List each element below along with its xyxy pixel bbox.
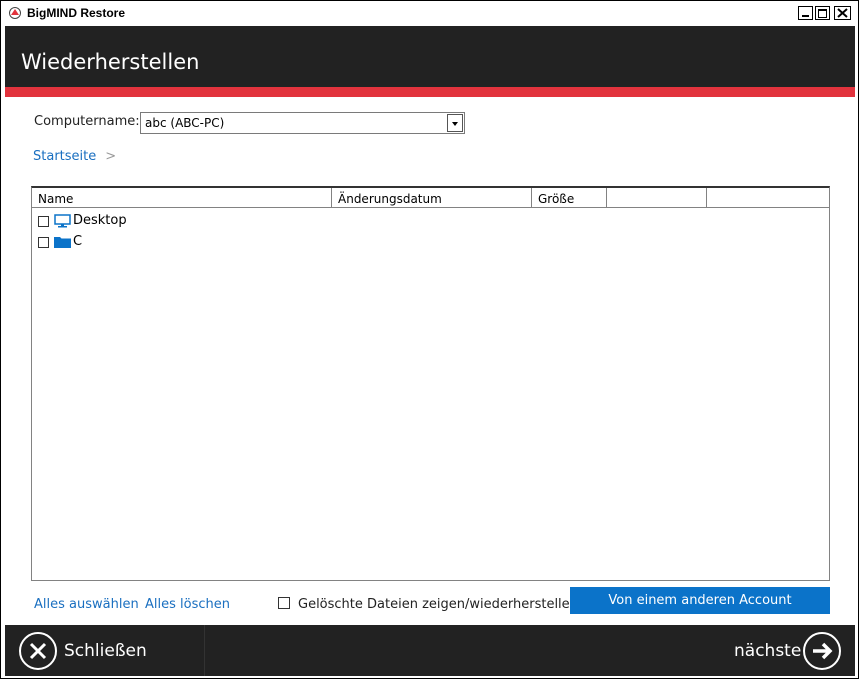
breadcrumb-separator: >	[105, 149, 117, 164]
accent-bar	[5, 87, 855, 97]
clear-all-link[interactable]: Alles löschen	[145, 597, 230, 612]
show-deleted-checkbox[interactable]	[278, 597, 290, 609]
c-drive-label: C	[73, 234, 83, 249]
footer-bar: Schließen nächste	[5, 625, 855, 676]
desktop-checkbox[interactable]	[38, 216, 49, 227]
column-header-size[interactable]: Größe	[532, 188, 607, 208]
computer-name-label: Computername:	[34, 114, 140, 129]
column-header-empty-1[interactable]	[607, 188, 707, 208]
next-label: nächste	[734, 641, 802, 661]
monitor-icon	[54, 214, 71, 228]
minimize-button[interactable]	[798, 6, 813, 20]
close-icon	[837, 8, 848, 18]
restore-window: BigMIND Restore Wiederherstellen Compute…	[0, 0, 859, 679]
computer-name-value: abc (ABC-PC)	[145, 116, 225, 130]
arrow-right-icon	[803, 632, 841, 670]
c-drive-checkbox[interactable]	[38, 237, 49, 248]
select-all-link[interactable]: Alles auswählen	[34, 597, 139, 612]
bigmind-logo-icon	[9, 7, 21, 19]
column-header-modified[interactable]: Änderungsdatum	[332, 188, 532, 208]
close-circle-icon	[19, 632, 57, 670]
file-tree[interactable]: Name Änderungsdatum Größe Desktop C	[31, 186, 830, 581]
breadcrumb: Startseite >	[33, 149, 116, 164]
column-header-name[interactable]: Name	[32, 188, 332, 208]
window-title: BigMIND Restore	[27, 6, 126, 20]
column-header-empty-2[interactable]	[707, 188, 829, 208]
folder-icon	[54, 237, 71, 248]
computer-name-select[interactable]: abc (ABC-PC)	[140, 112, 465, 134]
chevron-down-icon[interactable]	[447, 114, 463, 132]
close-label: Schließen	[64, 641, 147, 661]
maximize-button[interactable]	[815, 6, 830, 20]
next-button[interactable]: nächste	[733, 632, 845, 670]
breadcrumb-home-link[interactable]: Startseite	[33, 149, 96, 164]
show-deleted-label[interactable]: Gelöschte Dateien zeigen/wiederherstelle…	[298, 597, 578, 612]
page-title: Wiederherstellen	[21, 50, 200, 74]
other-account-button[interactable]: Von einem anderen Account	[570, 587, 830, 614]
desktop-label: Desktop	[73, 213, 127, 228]
footer-divider	[204, 625, 205, 676]
title-bar[interactable]: BigMIND Restore	[1, 1, 858, 25]
page-header: Wiederherstellen	[5, 26, 855, 87]
window-close-button[interactable]	[834, 6, 851, 20]
